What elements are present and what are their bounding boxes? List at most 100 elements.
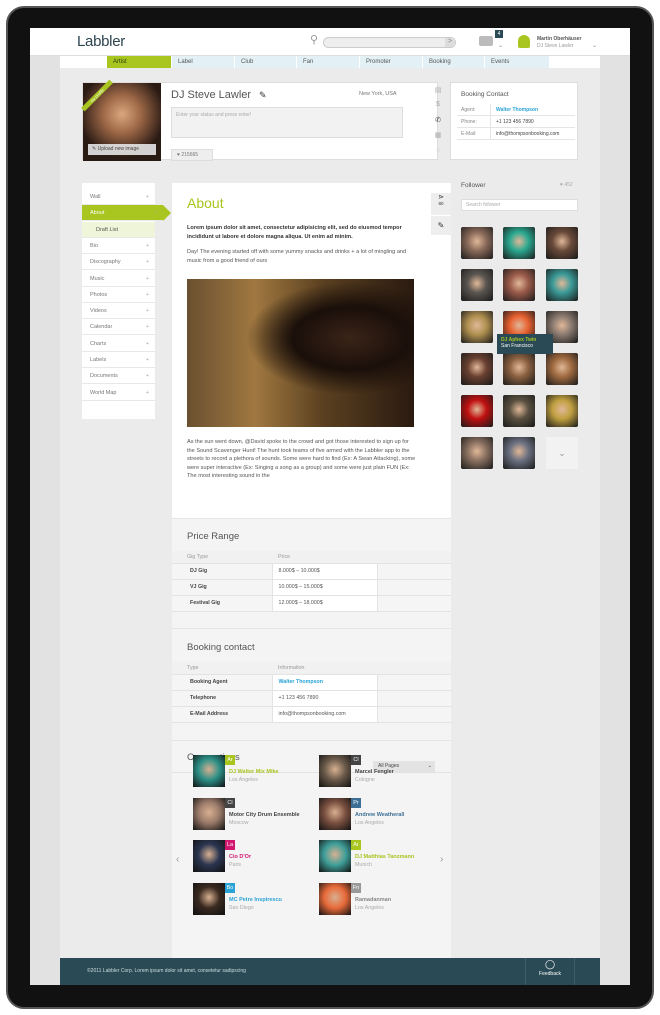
- tab-booking[interactable]: Booking: [423, 56, 485, 68]
- row-value: 12.000$ – 18.000$: [271, 595, 377, 612]
- follower-search-input[interactable]: Search follower: [461, 199, 578, 211]
- user-icon: [518, 35, 530, 48]
- search-input[interactable]: >: [323, 37, 456, 48]
- menu-item-labels[interactable]: Labels +: [82, 352, 155, 368]
- menu-item-draft-list[interactable]: Draft List: [82, 221, 155, 238]
- phone-icon[interactable]: ✆: [427, 116, 449, 124]
- connection-avatar[interactable]: [193, 840, 225, 872]
- document-icon[interactable]: ▤: [427, 86, 449, 94]
- menu-item-charts[interactable]: Charts +: [82, 336, 155, 352]
- connection-name[interactable]: Ramadanman: [355, 897, 391, 903]
- connection-name[interactable]: Andrew Weatherall: [355, 812, 404, 818]
- connection-avatar[interactable]: [193, 797, 225, 830]
- follower-avatar[interactable]: [461, 311, 493, 343]
- edit-name-icon[interactable]: ✎: [259, 90, 267, 101]
- connection-avatar[interactable]: [319, 882, 351, 915]
- search-go-button[interactable]: >: [445, 38, 455, 47]
- menu-item-about[interactable]: About –: [82, 205, 171, 222]
- menu-item-documents[interactable]: Documents +: [82, 368, 155, 385]
- connection-item[interactable]: Fn Ramadanman Los Angeles: [319, 882, 439, 915]
- connection-name[interactable]: MC Petre Inspirescu: [229, 897, 282, 903]
- follower-avatar[interactable]: [503, 353, 535, 385]
- connection-name[interactable]: DJ Matthias Tanzmann: [355, 854, 414, 860]
- menu-item-discography[interactable]: Discography +: [82, 254, 155, 271]
- tab-artist[interactable]: Artist: [107, 56, 172, 68]
- upload-image-button[interactable]: ✎ Upload new image: [88, 144, 156, 155]
- menu-item-videos[interactable]: Videos +: [82, 303, 155, 320]
- user-name[interactable]: Martin Oberhäuser: [537, 36, 581, 42]
- chat-icon[interactable]: ◌: [427, 147, 449, 154]
- calendar-icon[interactable]: ▦: [427, 131, 449, 139]
- follower-avatar[interactable]: [461, 395, 493, 427]
- follower-avatar[interactable]: [503, 269, 535, 301]
- dollar-icon[interactable]: $: [427, 101, 449, 108]
- menu-label: About: [90, 210, 105, 217]
- follower-avatar[interactable]: [461, 269, 493, 301]
- share-button[interactable]: ⋗ 80: [431, 193, 451, 215]
- feedback-button[interactable]: ◯ Feedback: [525, 958, 575, 985]
- follower-avatar[interactable]: [546, 353, 578, 385]
- connection-avatar[interactable]: [193, 755, 225, 787]
- expand-icon: +: [145, 275, 149, 282]
- menu-item-calendar[interactable]: Calendar +: [82, 319, 155, 336]
- follower-avatar[interactable]: [546, 269, 578, 301]
- tab-events[interactable]: Events: [485, 56, 550, 68]
- expand-icon: +: [145, 324, 149, 331]
- connection-avatar[interactable]: [319, 755, 351, 787]
- tab-label[interactable]: Label: [172, 56, 235, 68]
- connection-avatar[interactable]: [193, 882, 225, 915]
- follower-avatar[interactable]: [503, 437, 535, 469]
- booking-value[interactable]: Walter Thompson: [490, 104, 538, 116]
- likes-counter[interactable]: ♥ 215665: [171, 149, 213, 161]
- tab-promoter[interactable]: Promoter: [360, 56, 423, 68]
- logo[interactable]: Labbler: [77, 33, 125, 50]
- connection-item[interactable]: Pr Andrew Weatherall Los Angeles: [319, 797, 439, 830]
- menu-label: Music: [90, 275, 105, 282]
- chevron-down-icon[interactable]: ⌄: [498, 42, 503, 49]
- connection-name[interactable]: Cio D'Or: [229, 854, 251, 860]
- connection-item[interactable]: Bo MC Petre Inspirescu San Diego: [193, 882, 313, 915]
- menu-item-wall[interactable]: Wall +: [82, 189, 155, 205]
- follower-avatar[interactable]: [461, 353, 493, 385]
- connection-item[interactable]: Cl Motor City Drum Ensemble Moscow: [193, 797, 313, 830]
- copyright: ©2011 Labbler Corp. Lorem ipsum dolor si…: [87, 968, 246, 974]
- follower-avatar[interactable]: [503, 227, 535, 259]
- follower-avatar[interactable]: [503, 395, 535, 427]
- edit-icon[interactable]: ✎: [431, 216, 451, 235]
- menu-item-photos[interactable]: Photos +: [82, 287, 155, 303]
- connection-item[interactable]: Ar DJ Matthias Tanzmann Munich: [319, 840, 439, 872]
- connection-name[interactable]: Motor City Drum Ensemble: [229, 812, 300, 818]
- menu-item-music[interactable]: Music +: [82, 271, 155, 287]
- follower-avatar[interactable]: [546, 395, 578, 427]
- connection-avatar[interactable]: [319, 797, 351, 830]
- tab-fan[interactable]: Fan: [297, 56, 360, 68]
- follower-avatar[interactable]: [461, 227, 493, 259]
- menu-item-bio[interactable]: Bio +: [82, 238, 155, 254]
- mail-icon[interactable]: [479, 36, 493, 46]
- table-header: Type Information: [172, 662, 451, 675]
- connection-item[interactable]: Ar DJ Walter Mix Mike Los Angeles: [193, 755, 313, 787]
- more-followers-button[interactable]: ⌄: [546, 437, 578, 469]
- connection-item[interactable]: Cl Marcel Fengler Cologne: [319, 755, 439, 787]
- category-badge: Ar: [351, 840, 361, 850]
- profile-location: New York, USA: [359, 91, 397, 97]
- tab-club[interactable]: Club: [235, 56, 297, 68]
- row-value: 8.000$ – 10.000$: [271, 563, 377, 580]
- status-input[interactable]: Enter your status and press enter!: [171, 107, 403, 138]
- search-icon[interactable]: ⚲: [310, 33, 318, 46]
- row-value[interactable]: Walter Thompson: [271, 674, 377, 691]
- dj-photo[interactable]: [187, 279, 414, 427]
- chevron-down-icon[interactable]: ⌄: [592, 42, 597, 49]
- follower-avatar[interactable]: [546, 227, 578, 259]
- booking-row: Phone: +1 123 456 7890: [457, 116, 575, 128]
- connection-name[interactable]: Marcel Fengler: [355, 769, 394, 775]
- expand-icon: +: [145, 357, 149, 363]
- connection-avatar[interactable]: [319, 840, 351, 872]
- menu-item-world-map[interactable]: World Map +: [82, 385, 155, 401]
- connection-item[interactable]: La Cio D'Or Paris: [193, 840, 313, 872]
- profile-name: DJ Steve Lawler: [171, 89, 252, 101]
- next-arrow-icon[interactable]: ›: [440, 854, 443, 865]
- follower-avatar[interactable]: [461, 437, 493, 469]
- prev-arrow-icon[interactable]: ‹: [176, 854, 179, 865]
- connection-name[interactable]: DJ Walter Mix Mike: [229, 769, 279, 775]
